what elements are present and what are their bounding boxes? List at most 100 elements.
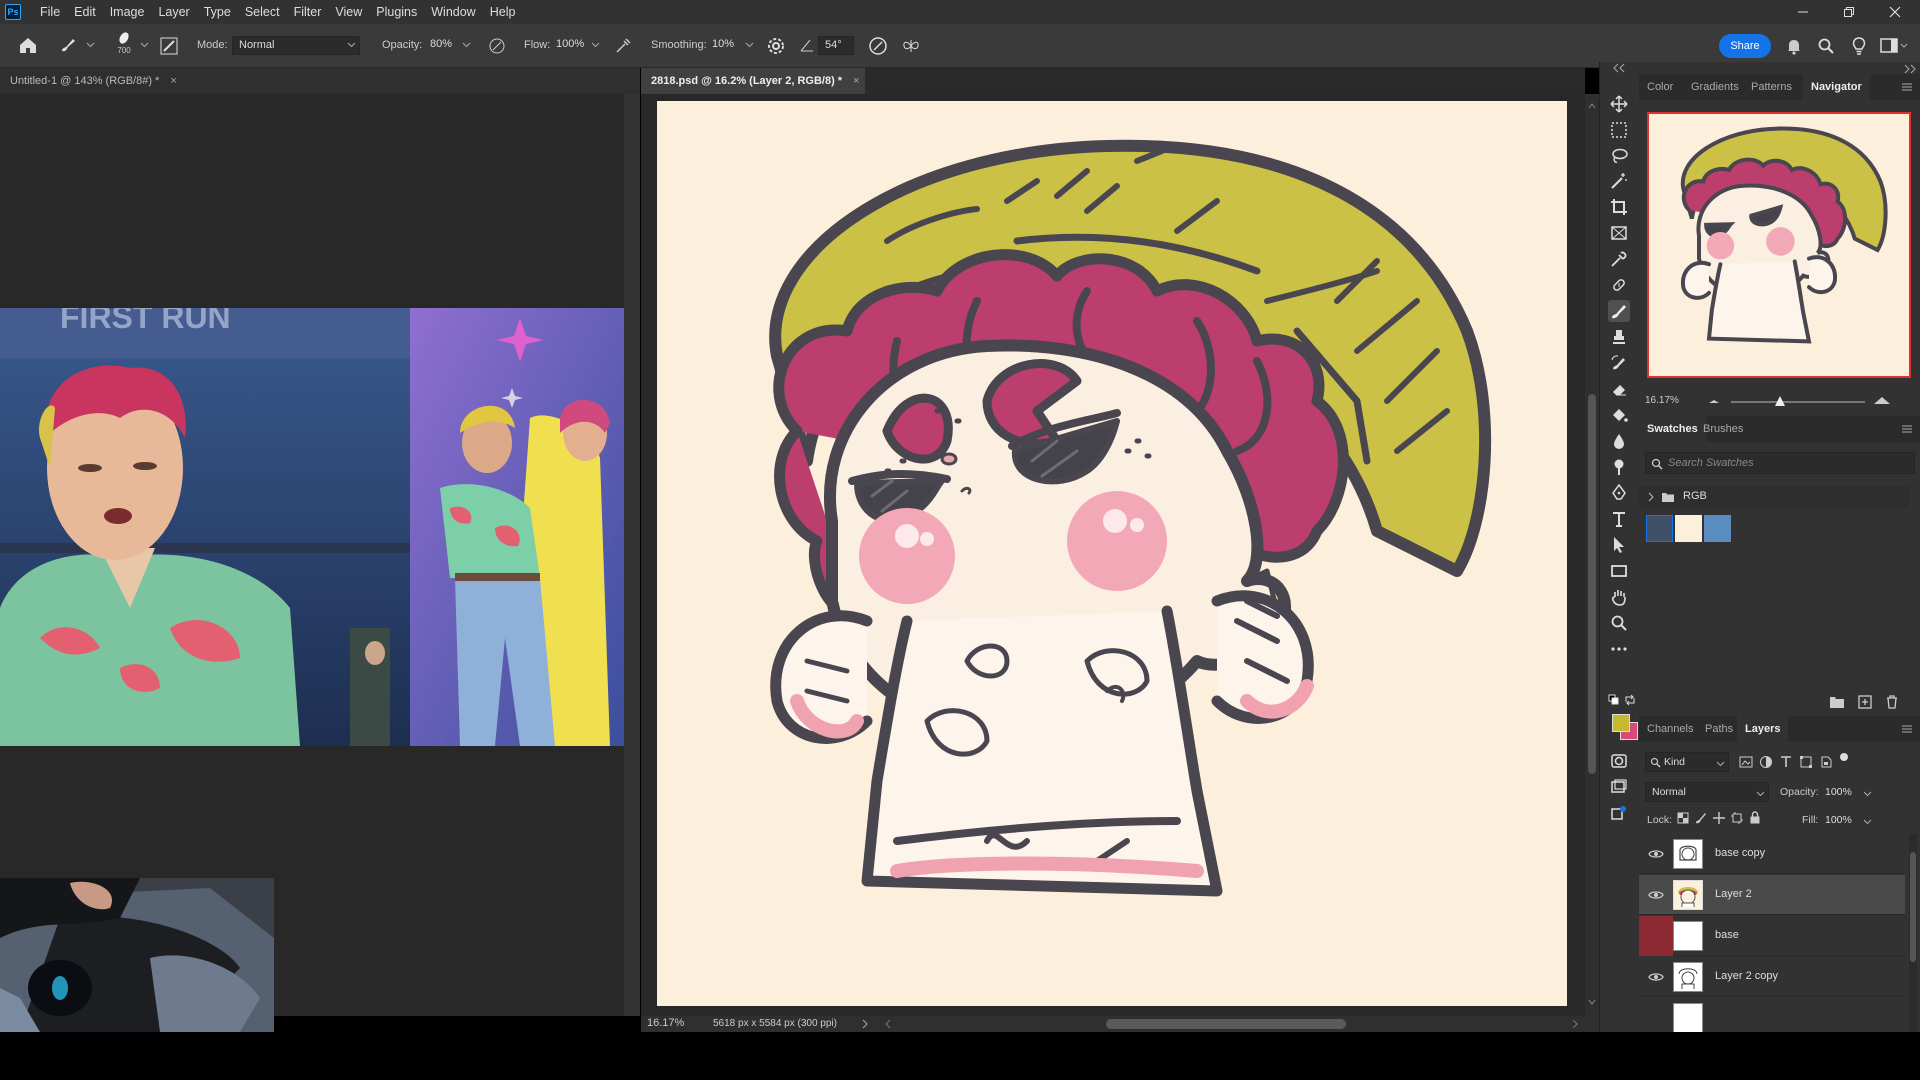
- new-swatch-icon[interactable]: [1857, 694, 1873, 710]
- pressure-opacity-icon[interactable]: [488, 37, 506, 55]
- menu-help[interactable]: Help: [483, 0, 523, 24]
- paint-bucket-tool-icon[interactable]: [1608, 404, 1630, 426]
- zoom-level-readout[interactable]: 16.17%: [647, 1017, 684, 1029]
- chevron-down-icon[interactable]: [462, 40, 471, 49]
- menu-image[interactable]: Image: [103, 0, 152, 24]
- default-colors-icon[interactable]: [1608, 694, 1620, 706]
- airbrush-icon[interactable]: [614, 37, 632, 55]
- chevron-down-icon[interactable]: [1863, 817, 1872, 826]
- share-for-review-icon[interactable]: [1608, 802, 1630, 824]
- smoothing-settings-gear-icon[interactable]: [767, 37, 785, 55]
- lock-artboard-icon[interactable]: [1731, 812, 1743, 824]
- healing-brush-tool-icon[interactable]: [1608, 274, 1630, 296]
- crop-tool-icon[interactable]: [1608, 196, 1630, 218]
- chevron-down-icon[interactable]: [1863, 789, 1872, 798]
- move-tool-icon[interactable]: [1608, 93, 1630, 115]
- layer-blend-mode-dropdown[interactable]: Normal: [1645, 782, 1769, 802]
- status-menu-chevron-icon[interactable]: [861, 1019, 869, 1029]
- brush-size-picker[interactable]: 700: [115, 30, 134, 55]
- more-tools-ellipsis-icon[interactable]: [1608, 638, 1630, 660]
- filter-smart-object-icon[interactable]: [1819, 755, 1833, 769]
- blur-tool-icon[interactable]: [1608, 430, 1630, 452]
- brush-settings-panel-icon[interactable]: [160, 37, 178, 55]
- hand-tool-icon[interactable]: [1608, 586, 1630, 608]
- navigator-zoom-slider[interactable]: [1731, 401, 1865, 403]
- zoom-out-icon[interactable]: [1707, 397, 1721, 405]
- scroll-up-arrow-icon[interactable]: [1588, 102, 1596, 110]
- filter-adjustment-layer-icon[interactable]: [1759, 755, 1773, 769]
- layer-row-layer-2-copy[interactable]: Layer 2 copy: [1639, 957, 1905, 997]
- workspace-layout-icon[interactable]: [1880, 37, 1908, 55]
- swatch-color-1[interactable]: [1646, 515, 1673, 542]
- smoothing-input[interactable]: 10%: [706, 36, 742, 55]
- swatch-group-rgb[interactable]: RGB: [1639, 486, 1909, 508]
- zoom-in-icon[interactable]: [1873, 395, 1891, 405]
- frame-tool-icon[interactable]: [1608, 222, 1630, 244]
- navigator-zoom-readout[interactable]: 16.17%: [1645, 395, 1679, 406]
- tab-color[interactable]: Color: [1639, 74, 1681, 100]
- collapse-panel-icon[interactable]: [1612, 63, 1626, 73]
- pen-tool-icon[interactable]: [1608, 482, 1630, 504]
- zoom-tool-icon[interactable]: [1608, 612, 1630, 634]
- visibility-eye-icon[interactable]: [1648, 888, 1664, 902]
- history-brush-tool-icon[interactable]: [1608, 352, 1630, 374]
- photoshop-logo-icon[interactable]: Ps: [5, 4, 21, 20]
- canvas-vertical-scrollbar[interactable]: [1585, 94, 1599, 1016]
- pressure-size-icon[interactable]: [868, 36, 888, 56]
- menu-plugins[interactable]: Plugins: [369, 0, 424, 24]
- menu-type[interactable]: Type: [197, 0, 238, 24]
- artwork-canvas[interactable]: [657, 101, 1567, 1006]
- tab-navigator[interactable]: Navigator: [1803, 74, 1870, 100]
- opacity-input[interactable]: 80%: [424, 36, 460, 55]
- tab-layers[interactable]: Layers: [1737, 716, 1789, 742]
- filter-type-layer-icon[interactable]: [1779, 755, 1793, 769]
- eraser-tool-icon[interactable]: [1608, 378, 1630, 400]
- chevron-down-icon[interactable]: [745, 40, 754, 49]
- filter-shape-layer-icon[interactable]: [1799, 755, 1813, 769]
- lock-image-pixels-icon[interactable]: [1695, 812, 1707, 824]
- tab-untitled-1[interactable]: Untitled-1 @ 143% (RGB/8#) * ×: [0, 68, 640, 94]
- panel-menu-icon[interactable]: [1901, 724, 1913, 734]
- menu-filter[interactable]: Filter: [287, 0, 329, 24]
- tab-close-icon[interactable]: ×: [170, 75, 176, 87]
- menu-edit[interactable]: Edit: [67, 0, 103, 24]
- scroll-down-arrow-icon[interactable]: [1588, 998, 1596, 1006]
- menu-window[interactable]: Window: [424, 0, 482, 24]
- minimize-button[interactable]: [1780, 0, 1826, 24]
- discover-lightbulb-icon[interactable]: [1850, 36, 1868, 56]
- foreground-color-swatch[interactable]: [1612, 714, 1630, 732]
- swatch-color-2[interactable]: [1675, 515, 1702, 542]
- expand-panel-icon[interactable]: [1903, 64, 1917, 74]
- swatch-color-3[interactable]: [1704, 515, 1731, 542]
- tab-patterns[interactable]: Patterns: [1743, 74, 1800, 100]
- panel-menu-icon[interactable]: [1901, 424, 1913, 434]
- mode-dropdown[interactable]: Normal: [232, 36, 360, 55]
- layer-row-layer-2[interactable]: Layer 2: [1639, 875, 1905, 915]
- rectangle-tool-icon[interactable]: [1608, 560, 1630, 582]
- tab-channels[interactable]: Channels: [1639, 716, 1701, 742]
- close-window-button[interactable]: [1872, 0, 1918, 24]
- scroll-left-arrow-icon[interactable]: [884, 1019, 892, 1029]
- brush-tool-icon[interactable]: [1608, 300, 1630, 322]
- lock-transparent-pixels-icon[interactable]: [1677, 812, 1689, 824]
- clone-stamp-tool-icon[interactable]: [1608, 326, 1630, 348]
- visibility-eye-icon[interactable]: [1648, 847, 1664, 861]
- menu-file[interactable]: File: [33, 0, 67, 24]
- tab-close-icon[interactable]: ×: [853, 75, 859, 87]
- layer-filter-kind-dropdown[interactable]: Kind: [1645, 752, 1729, 772]
- notifications-bell-icon[interactable]: [1785, 37, 1803, 55]
- layers-scroll-thumb[interactable]: [1910, 852, 1916, 962]
- filter-toggle-switch-icon[interactable]: [1839, 752, 1849, 762]
- share-button[interactable]: Share: [1719, 34, 1771, 58]
- fill-input[interactable]: 100%: [1825, 814, 1852, 826]
- filter-pixel-layer-icon[interactable]: [1739, 755, 1753, 769]
- visibility-eye-icon[interactable]: [1648, 970, 1664, 984]
- layer-row-base-copy[interactable]: base copy: [1639, 834, 1905, 874]
- layer-opacity-input[interactable]: 100%: [1825, 786, 1852, 798]
- delete-swatch-trash-icon[interactable]: [1884, 694, 1900, 710]
- flow-input[interactable]: 100%: [550, 36, 590, 55]
- menu-view[interactable]: View: [328, 0, 369, 24]
- tab-paths[interactable]: Paths: [1697, 716, 1741, 742]
- horizontal-scroll-thumb[interactable]: [1106, 1019, 1346, 1029]
- scroll-right-arrow-icon[interactable]: [1571, 1019, 1579, 1029]
